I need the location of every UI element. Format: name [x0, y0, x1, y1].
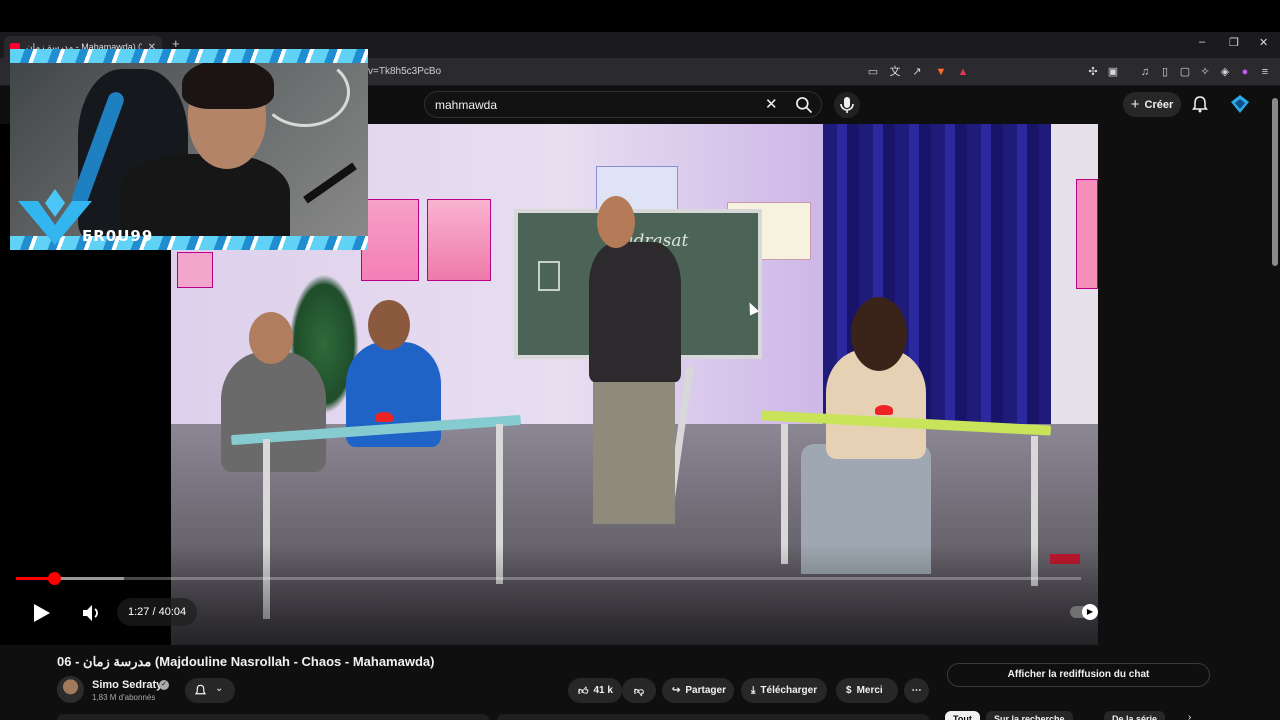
streamer-name: ER0U99: [82, 227, 154, 245]
student-head: [851, 297, 907, 371]
notifications-icon[interactable]: [1190, 94, 1210, 114]
extensions-icon[interactable]: ✣: [1086, 65, 1100, 79]
autoplay-play-icon: ▶: [1082, 604, 1098, 620]
time-display: 1:27 / 40:04: [117, 598, 198, 626]
search-icon[interactable]: [793, 95, 815, 115]
download-button[interactable]: ⤓ Télécharger: [741, 678, 827, 703]
show-chat-replay-button[interactable]: Afficher la rediffusion du chat: [947, 663, 1210, 687]
account-avatar-icon[interactable]: [1229, 93, 1251, 115]
autoplay-toggle[interactable]: ▶: [1070, 604, 1098, 620]
volume-icon[interactable]: [78, 600, 104, 626]
close-window-icon[interactable]: ✕: [1259, 36, 1268, 49]
wall-poster: [361, 199, 419, 281]
more-dots-icon: ⋯: [911, 685, 922, 696]
comments-bar[interactable]: [497, 714, 929, 720]
share-arrow-icon: ↪: [672, 685, 681, 696]
profile-icon[interactable]: ●: [1238, 65, 1252, 79]
download-label: Télécharger: [760, 685, 818, 696]
vpn-icon[interactable]: ◈: [1218, 65, 1232, 79]
wall-poster: [1076, 179, 1098, 289]
brave-shield-icon[interactable]: ▼: [934, 65, 948, 79]
student-head: [368, 300, 410, 350]
chip-search[interactable]: Sur la recherche: [986, 711, 1073, 720]
minimize-icon[interactable]: –: [1199, 36, 1205, 48]
restore-icon[interactable]: ❐: [1229, 36, 1239, 49]
subscriber-count: 1,83 M d'abonnés: [92, 693, 156, 702]
top-black-bar: [0, 0, 1280, 32]
thumbs-down-icon: 👎︎: [633, 685, 645, 697]
channel-avatar[interactable]: [57, 676, 84, 703]
create-label: Créer: [1144, 98, 1174, 111]
thanks-label: Merci: [856, 685, 883, 696]
subscribed-notifications-button[interactable]: ⌄: [185, 678, 235, 703]
search-box[interactable]: mahmawda ✕: [424, 91, 822, 118]
cast-icon[interactable]: ▭: [866, 65, 880, 79]
progress-bar[interactable]: [16, 572, 1081, 585]
url-text[interactable]: v=Tk8h5c3PcBo: [368, 66, 441, 77]
sidebar-icon[interactable]: ▯: [1158, 65, 1172, 79]
page-scrollbar[interactable]: [1272, 98, 1278, 266]
like-count: 41 k: [593, 685, 613, 696]
verified-check-icon: ✓: [159, 680, 169, 690]
create-button[interactable]: + Créer: [1123, 92, 1181, 117]
screen: مدرسة زمان - Mahamawda) 06 ✕ + – ❐ ✕ v=T…: [0, 0, 1280, 720]
thanks-button[interactable]: $ Merci: [836, 678, 898, 703]
teacher-head: [597, 196, 635, 248]
wallet-icon[interactable]: ▢: [1178, 65, 1192, 79]
thanks-icon: $: [846, 685, 852, 696]
wall-poster: [427, 199, 491, 281]
chevron-down-icon: ⌄: [215, 683, 224, 694]
standing-teacher: [589, 242, 681, 382]
translate-icon[interactable]: 文: [888, 65, 902, 79]
controls-gradient: [0, 544, 1098, 645]
thumbs-up-icon: 👍︎: [578, 685, 589, 697]
menu-icon[interactable]: ≡: [1258, 65, 1272, 79]
share-button[interactable]: ↪ Partager: [662, 678, 734, 703]
buzzer: [875, 405, 893, 415]
right-wall: [1051, 124, 1098, 454]
screenshot-icon[interactable]: ▣: [1106, 65, 1120, 79]
ai-icon[interactable]: ✧: [1198, 65, 1212, 79]
seated-student: [221, 352, 326, 472]
right-panel-backdrop: [1098, 124, 1280, 645]
chip-series[interactable]: De la série: [1104, 711, 1166, 720]
clear-search-icon[interactable]: ✕: [765, 95, 778, 113]
channel-name[interactable]: Simo Sedraty: [92, 679, 162, 691]
plus-icon: +: [1130, 96, 1140, 113]
play-icon[interactable]: [30, 602, 52, 624]
overlay-stripes-top: [10, 49, 368, 63]
video-title: مدرسة زمان - 06 (Majdouline Nasrollah - …: [57, 654, 435, 669]
wall-poster: [177, 252, 213, 288]
student-head: [249, 312, 293, 364]
streamer-hair: [182, 59, 274, 109]
chip-all[interactable]: Tout: [945, 711, 980, 720]
more-actions-button[interactable]: ⋯: [904, 678, 929, 703]
chevron-right-icon[interactable]: ›: [1188, 712, 1191, 720]
description-box[interactable]: [57, 714, 489, 720]
webcam-overlay: ER0U99: [10, 49, 368, 250]
bell-icon: [194, 684, 207, 695]
teacher-legs: [593, 374, 675, 524]
desk-leg: [781, 424, 788, 564]
music-icon[interactable]: ♫: [1138, 65, 1152, 79]
rewards-icon[interactable]: ▲: [956, 65, 970, 79]
search-input[interactable]: mahmawda: [435, 98, 497, 112]
microphone-icon[interactable]: [834, 92, 860, 118]
like-button[interactable]: 👍︎ 41 k: [568, 678, 622, 703]
dislike-button[interactable]: 👎︎: [622, 678, 656, 703]
share-label: Partager: [685, 685, 726, 696]
chalkboard-frame-drawing: [538, 261, 560, 291]
share-icon[interactable]: ↗: [910, 65, 924, 79]
buzzer: [375, 412, 393, 422]
download-icon: ⤓: [751, 685, 756, 696]
